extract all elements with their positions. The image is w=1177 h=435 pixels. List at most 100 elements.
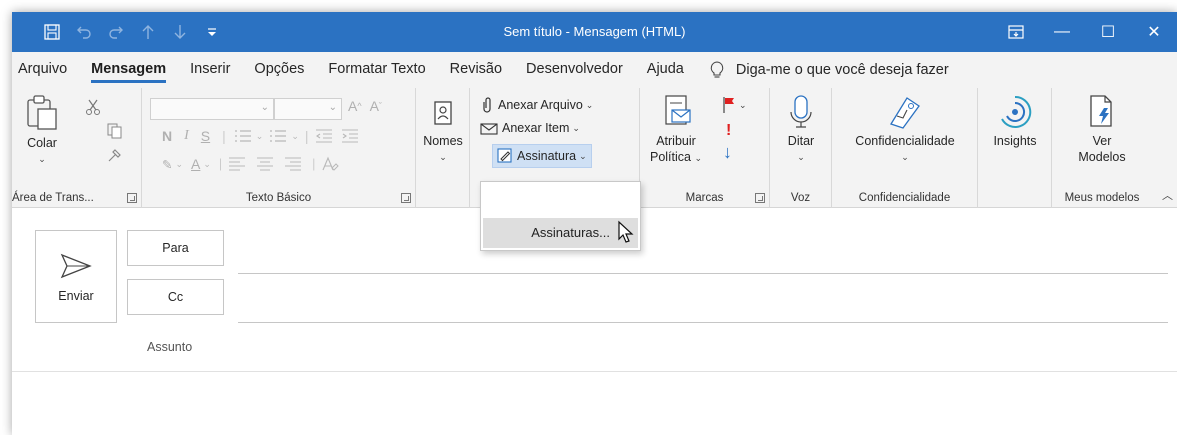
highlight-icon[interactable]: ✎: [162, 157, 172, 172]
cut-icon[interactable]: [84, 98, 102, 119]
menu-item-signatures[interactable]: Assinaturas...: [483, 218, 638, 248]
align-center-icon[interactable]: [256, 157, 274, 171]
font-size-combo[interactable]: ⌄: [274, 98, 342, 120]
outlook-message-window: Sem título - Mensagem (HTML) — ☐ ✕ Arqui…: [12, 12, 1177, 435]
lightbulb-icon: [710, 61, 724, 78]
redo-icon[interactable]: [100, 12, 132, 52]
view-templates-button[interactable]: Ver Modelos: [1072, 94, 1132, 165]
cc-field[interactable]: [238, 322, 1168, 323]
insights-button[interactable]: Insights: [984, 94, 1046, 149]
low-importance-icon[interactable]: ↓: [723, 142, 732, 163]
increase-indent-icon[interactable]: [341, 129, 359, 143]
chevron-down-icon: ⌄: [901, 152, 909, 162]
clipboard-launcher-icon[interactable]: [127, 193, 137, 203]
arrow-down-icon[interactable]: [164, 12, 196, 52]
quick-access-toolbar: [12, 12, 228, 52]
undo-icon[interactable]: [68, 12, 100, 52]
italic-button[interactable]: I: [184, 128, 189, 144]
format-painter-icon[interactable]: [106, 146, 124, 167]
group-sensitivity: Confidencialidade ⌄ Confidencialidade: [832, 88, 978, 208]
cc-button[interactable]: Cc: [127, 279, 224, 315]
mouse-cursor-icon: [618, 220, 634, 243]
paste-button[interactable]: Colar ⌄: [20, 94, 64, 165]
numbering-icon[interactable]: [269, 129, 287, 143]
microphone-icon: [790, 95, 812, 128]
group-basic-text: ⌄ ⌄ A ^ Aˇ N I S | ⌄ ⌄ | ✎ ⌄ A ⌄ | | Tex…: [142, 88, 416, 208]
chevron-down-icon: ⌄: [439, 152, 447, 162]
tab-arquivo[interactable]: Arquivo: [12, 52, 79, 88]
envelope-clip-icon: [480, 123, 498, 135]
title-bar: Sem título - Mensagem (HTML) — ☐ ✕: [12, 12, 1177, 52]
send-button[interactable]: Enviar: [35, 230, 117, 323]
customize-qat-icon[interactable]: [196, 12, 228, 52]
names-label: Nomes: [423, 134, 463, 148]
signature-label: Assinatura: [517, 149, 577, 163]
bold-button[interactable]: N: [162, 128, 172, 144]
basic-text-launcher-icon[interactable]: [401, 193, 411, 203]
ribbon-display-options-icon[interactable]: [993, 12, 1039, 52]
close-button[interactable]: ✕: [1131, 12, 1177, 52]
dictate-button[interactable]: Ditar ⌄: [778, 94, 824, 163]
signature-button[interactable]: Assinatura ⌄: [492, 144, 592, 168]
send-label: Enviar: [58, 289, 94, 303]
message-body[interactable]: [12, 372, 1177, 435]
tags-launcher-icon[interactable]: [755, 193, 765, 203]
grow-font-button[interactable]: A: [348, 98, 357, 114]
font-name-combo[interactable]: ⌄: [150, 98, 274, 120]
collapse-ribbon-icon[interactable]: ︿: [1162, 187, 1173, 203]
group-clipboard: Colar ⌄ Área de Trans...: [12, 88, 142, 208]
tab-ajuda[interactable]: Ajuda: [635, 52, 696, 88]
group-insights: Insights: [978, 88, 1052, 208]
assign-policy-label-2: Política: [649, 150, 691, 164]
tab-mensagem[interactable]: Mensagem: [79, 52, 178, 88]
attach-item-button[interactable]: Anexar Item ⌄: [480, 120, 580, 136]
assign-policy-label-1: Atribuir: [656, 134, 696, 148]
tab-inserir[interactable]: Inserir: [178, 52, 242, 88]
group-names: Nomes ⌄: [416, 88, 470, 208]
minimize-button[interactable]: —: [1039, 12, 1085, 52]
attach-file-label: Anexar Arquivo: [498, 98, 583, 112]
templates-group-label: Meus modelos: [1064, 192, 1140, 204]
subject-label: Assunto: [147, 340, 193, 354]
maximize-button[interactable]: ☐: [1085, 12, 1131, 52]
attach-file-button[interactable]: Anexar Arquivo ⌄: [480, 96, 593, 114]
insights-icon: [1001, 95, 1032, 128]
attach-item-label: Anexar Item: [502, 121, 570, 135]
align-right-icon[interactable]: [284, 157, 302, 171]
address-book-button[interactable]: Nomes ⌄: [421, 100, 465, 163]
voice-group-label: Voz: [790, 192, 811, 204]
clear-formatting-icon[interactable]: [321, 156, 340, 172]
ribbon-tabs: Arquivo Mensagem Inserir Opções Formatar…: [12, 52, 1177, 88]
view-templates-label-1: Ver: [1092, 134, 1112, 148]
arrow-up-icon[interactable]: [132, 12, 164, 52]
align-left-icon[interactable]: [228, 157, 246, 171]
bullets-icon[interactable]: [234, 129, 252, 143]
chevron-down-icon: ⌄: [38, 154, 46, 164]
tab-opcoes[interactable]: Opções: [242, 52, 316, 88]
high-importance-icon[interactable]: !: [726, 122, 731, 140]
chevron-down-icon: ⌄: [797, 152, 805, 162]
follow-up-button[interactable]: ⌄: [722, 96, 747, 114]
group-voice: Ditar ⌄ Voz: [770, 88, 832, 208]
send-icon: [60, 253, 92, 279]
insights-label: Insights: [993, 134, 1037, 148]
policy-icon: [665, 95, 691, 125]
to-button[interactable]: Para: [127, 230, 224, 266]
tell-me-box[interactable]: Diga-me o que você deseja fazer: [696, 61, 949, 79]
tab-formatar-texto[interactable]: Formatar Texto: [316, 52, 437, 88]
to-field[interactable]: [238, 273, 1168, 274]
assign-policy-button[interactable]: Atribuir Política ⌄: [648, 94, 704, 166]
underline-button[interactable]: S: [201, 128, 210, 144]
templates-icon: [1090, 95, 1112, 127]
sensitivity-group-label: Confidencialidade: [858, 192, 951, 204]
decrease-indent-icon[interactable]: [315, 129, 333, 143]
save-icon[interactable]: [36, 12, 68, 52]
tab-desenvolvedor[interactable]: Desenvolvedor: [514, 52, 635, 88]
copy-icon[interactable]: [106, 122, 124, 143]
shrink-font-button[interactable]: A: [370, 98, 379, 114]
sensitivity-button[interactable]: Confidencialidade ⌄: [840, 94, 970, 163]
address-book-icon: [434, 101, 452, 125]
paste-label: Colar: [27, 136, 57, 150]
tab-revisao[interactable]: Revisão: [438, 52, 514, 88]
font-color-button[interactable]: A: [191, 156, 200, 172]
